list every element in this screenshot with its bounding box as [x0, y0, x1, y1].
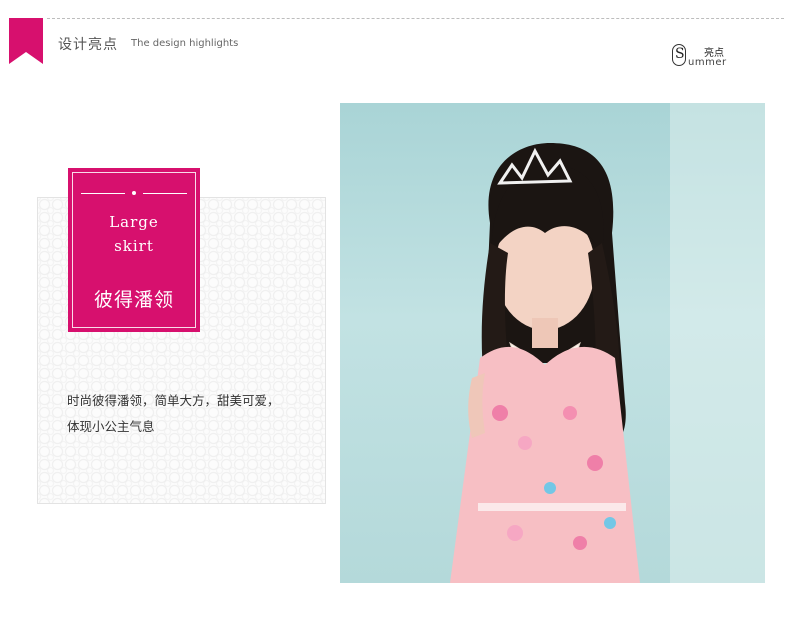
card-english-line-2: skirt	[114, 237, 154, 255]
product-photo	[340, 103, 765, 583]
section-subtitle: The design highlights	[131, 38, 239, 49]
logo-letter: S	[675, 46, 685, 62]
card-english-line-1: Large	[109, 213, 159, 231]
card-divider-dot	[132, 191, 136, 195]
description-line-2: 体现小公主气息	[67, 419, 155, 434]
bookmark-ribbon-icon	[9, 18, 43, 64]
highlight-card: Large skirt 彼得潘领	[68, 168, 200, 332]
highlight-card-border: Large skirt 彼得潘领	[72, 172, 196, 328]
header-divider-line	[47, 18, 784, 19]
feature-description: 时尚彼得潘领，简单大方，甜美可爱， 体现小公主气息	[67, 388, 317, 440]
card-chinese-title: 彼得潘领	[93, 289, 174, 311]
card-divider-right	[143, 193, 187, 194]
description-line-1: 时尚彼得潘领，简单大方，甜美可爱，	[67, 393, 280, 408]
summer-logo: S 亮点 ummer	[672, 44, 742, 72]
card-divider-left	[81, 193, 125, 194]
girl-in-floral-dress-illustration	[450, 103, 765, 583]
logo-english-text: ummer	[688, 57, 727, 68]
section-title: 设计亮点	[58, 37, 118, 53]
